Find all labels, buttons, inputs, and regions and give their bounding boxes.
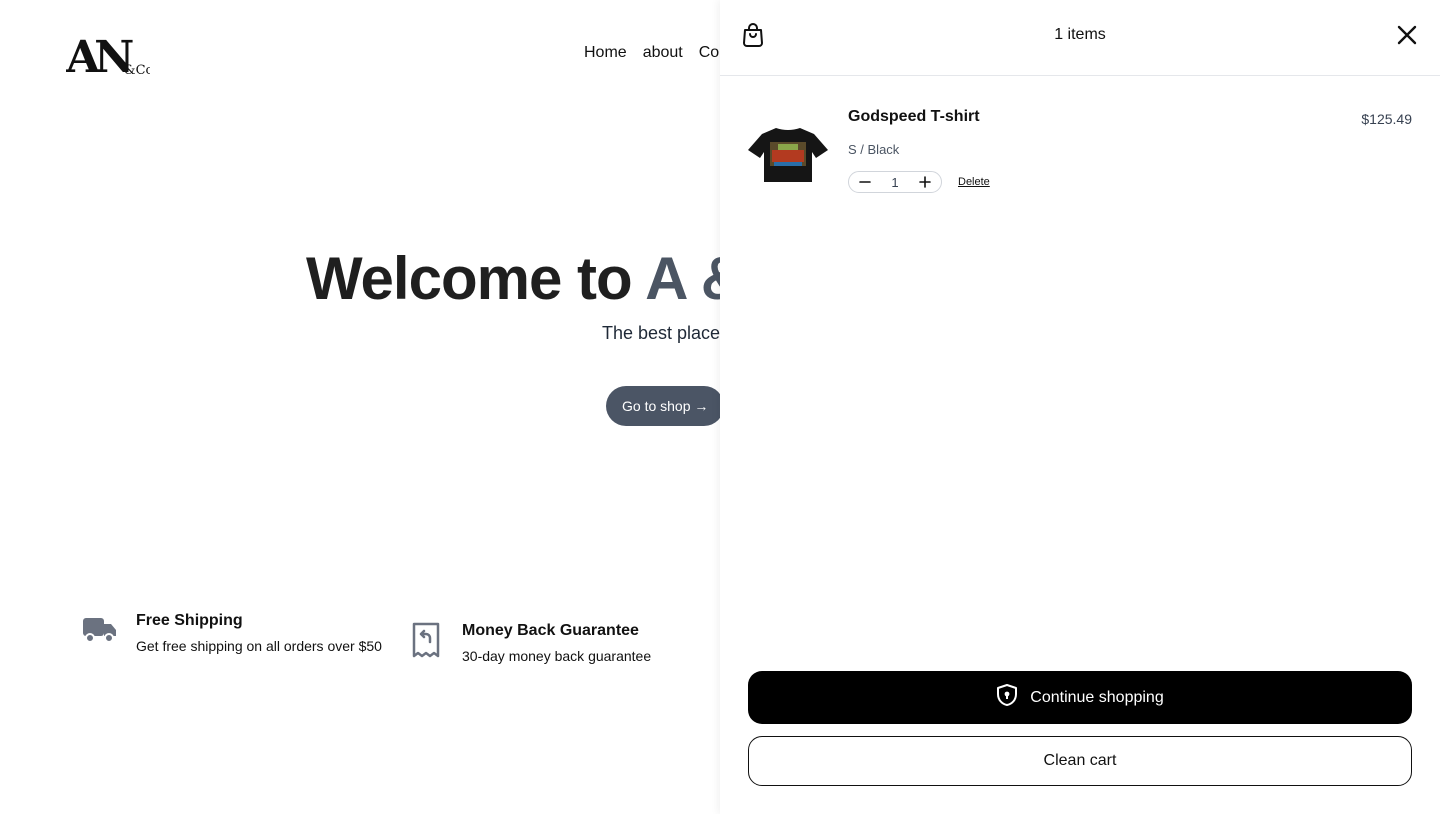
truck-icon xyxy=(82,612,118,648)
logo-sub: &Co. xyxy=(124,63,150,78)
feature-title: Money Back Guarantee xyxy=(462,622,639,639)
feature-title: Free Shipping xyxy=(136,612,243,629)
continue-shopping-label: Continue shopping xyxy=(1030,688,1164,706)
clean-cart-button[interactable]: Clean cart xyxy=(748,736,1412,786)
product-price: $125.49 xyxy=(1361,111,1412,127)
feature-text: Get free shipping on all orders over $50 xyxy=(136,638,382,654)
nav-contact[interactable]: Co xyxy=(699,44,719,62)
product-variant: S / Black xyxy=(848,142,900,157)
brand-logo[interactable]: AN &Co. xyxy=(65,30,157,83)
feature-money-back: Money Back Guarantee 30-day money back g… xyxy=(408,622,708,666)
delete-item-link[interactable]: Delete xyxy=(958,176,990,188)
cart-item-count: 1 items xyxy=(1054,26,1106,43)
cart-drawer: 1 items Godspeed T-shirt S / Black $125.… xyxy=(720,0,1440,814)
shield-icon xyxy=(996,683,1018,712)
quantity-stepper: 1 xyxy=(848,171,942,193)
plus-icon[interactable] xyxy=(915,173,935,191)
receipt-refund-icon xyxy=(408,622,444,658)
nav-home[interactable]: Home xyxy=(584,44,627,62)
quantity-value: 1 xyxy=(891,174,899,190)
hero-title: Welcome to A & xyxy=(306,244,744,313)
nav-about[interactable]: about xyxy=(643,44,683,62)
main-nav: Home about Co xyxy=(584,44,719,62)
cart-line-item: Godspeed T-shirt S / Black $125.49 1 Del… xyxy=(748,100,1412,200)
go-to-shop-button[interactable]: Go to shop → xyxy=(606,386,725,426)
cart-header: 1 items xyxy=(720,0,1440,76)
hero-subtitle: The best place xyxy=(602,323,721,343)
minus-icon[interactable] xyxy=(855,173,875,191)
hero-title-dark: Welcome to xyxy=(306,245,646,312)
feature-text: 30-day money back guarantee xyxy=(462,648,652,664)
feature-free-shipping: Free Shipping Get free shipping on all o… xyxy=(82,612,382,656)
continue-shopping-button[interactable]: Continue shopping xyxy=(748,671,1412,724)
product-name[interactable]: Godspeed T-shirt xyxy=(848,108,980,126)
product-thumbnail[interactable] xyxy=(748,110,828,190)
close-icon[interactable] xyxy=(1396,24,1418,46)
